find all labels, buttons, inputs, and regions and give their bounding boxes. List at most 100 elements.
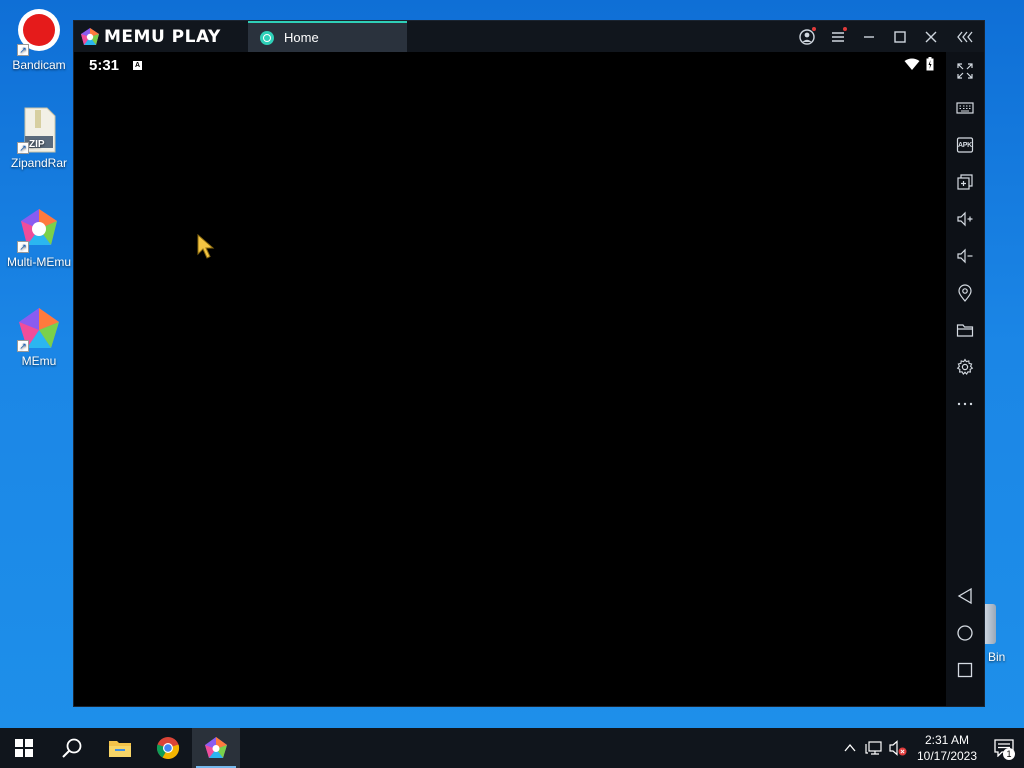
apk-label: APK xyxy=(958,141,972,149)
android-status-bar: 5:31 A xyxy=(74,52,946,78)
fullscreen-button[interactable] xyxy=(946,56,984,86)
system-tray: 2:31 AM 10/17/2023 1 xyxy=(838,728,1024,768)
user-icon xyxy=(798,28,815,45)
windows-taskbar: 2:31 AM 10/17/2023 1 xyxy=(0,728,1024,768)
more-dots-icon xyxy=(957,402,973,406)
recents-square-icon xyxy=(957,662,973,678)
tab-home[interactable]: Home xyxy=(248,21,407,52)
tab-label: Home xyxy=(284,30,319,45)
zip-file-icon: ZIP ↗ xyxy=(15,106,63,154)
shortcut-arrow-icon: ↗ xyxy=(17,142,29,154)
hamburger-menu-icon xyxy=(831,31,844,42)
collapse-sidebar-button[interactable] xyxy=(946,21,984,52)
back-triangle-icon xyxy=(957,587,972,605)
settings-button[interactable] xyxy=(946,352,984,382)
desktop-icon-zipandrar[interactable]: ZIP ↗ ZipandRar xyxy=(1,106,77,170)
desktop-icon-label: MEmu xyxy=(21,354,57,368)
recycle-bin-icon xyxy=(984,604,996,644)
android-home-button[interactable] xyxy=(946,618,984,648)
home-circle-icon xyxy=(957,625,973,641)
shortcut-arrow-icon: ↗ xyxy=(17,340,29,352)
desktop-icon-label: Bandicam xyxy=(12,58,66,72)
memu-window[interactable]: MEMU PLAY Home 5:31 A APK xyxy=(73,20,985,707)
network-button[interactable] xyxy=(862,728,886,768)
shortcut-arrow-icon: ↗ xyxy=(17,241,29,253)
desktop-icon-recycle-bin[interactable]: Bin xyxy=(984,604,1024,664)
android-back-button[interactable] xyxy=(946,581,984,611)
volume-down-icon xyxy=(957,248,973,264)
close-button[interactable] xyxy=(915,21,946,52)
folder-icon xyxy=(956,324,974,337)
keyboard-mapping-button[interactable] xyxy=(946,93,984,123)
multi-instance-button[interactable] xyxy=(946,167,984,197)
desktop-icon-bandicam[interactable]: ↗ Bandicam xyxy=(1,8,77,72)
notification-dot xyxy=(843,27,847,31)
more-button[interactable] xyxy=(946,389,984,419)
add-window-icon xyxy=(957,174,973,190)
desktop-icon-label: Bin xyxy=(988,650,1006,664)
notification-dot xyxy=(812,27,816,31)
location-pin-icon xyxy=(958,284,972,302)
battery-charging-icon xyxy=(926,57,934,71)
memu-icon xyxy=(205,737,227,758)
network-icon xyxy=(865,741,882,755)
taskbar-clock[interactable]: 2:31 AM 10/17/2023 xyxy=(914,732,980,764)
volume-up-icon xyxy=(957,211,973,227)
volume-down-button[interactable] xyxy=(946,241,984,271)
windows-logo-icon xyxy=(15,739,33,757)
chevron-up-icon xyxy=(844,744,856,752)
android-screen[interactable]: 5:31 A xyxy=(74,52,946,706)
start-button[interactable] xyxy=(0,728,48,768)
desktop-icon-multi-memu[interactable]: ↗ Multi-MEmu xyxy=(1,205,77,269)
multi-memu-icon: ↗ xyxy=(15,205,63,253)
android-time: 5:31 xyxy=(89,56,120,74)
desktop-icon-label: Multi-MEmu xyxy=(6,255,71,269)
shortcut-arrow-icon: ↗ xyxy=(17,44,29,56)
close-icon xyxy=(925,31,936,42)
taskbar-chrome[interactable] xyxy=(144,728,192,768)
install-apk-button[interactable]: APK xyxy=(946,130,984,160)
home-tab-icon xyxy=(260,30,274,45)
window-controls xyxy=(791,21,984,52)
minimize-icon xyxy=(863,35,874,38)
status-notification-icon: A xyxy=(133,60,143,70)
location-button[interactable] xyxy=(946,278,984,308)
memu-logo: MEMU PLAY xyxy=(74,21,248,52)
fullscreen-icon xyxy=(957,63,973,79)
shared-folder-button[interactable] xyxy=(946,315,984,345)
memu-icon: ↗ xyxy=(15,304,63,352)
clock-date: 10/17/2023 xyxy=(916,749,978,763)
memu-logo-icon xyxy=(81,27,99,45)
taskbar-memu[interactable] xyxy=(192,728,240,768)
desktop-icon-label: ZipandRar xyxy=(10,156,68,170)
maximize-button[interactable] xyxy=(884,21,915,52)
chrome-icon xyxy=(156,737,180,760)
action-center-button[interactable]: 1 xyxy=(984,728,1024,768)
keyboard-icon xyxy=(956,102,974,114)
minimize-button[interactable] xyxy=(853,21,884,52)
mouse-cursor-icon xyxy=(197,234,215,259)
chevrons-left-icon xyxy=(957,31,973,42)
side-toolbar: APK xyxy=(946,52,984,706)
zip-badge: ZIP xyxy=(29,139,45,150)
folder-icon xyxy=(109,741,131,757)
volume-up-button[interactable] xyxy=(946,204,984,234)
bandicam-icon: ↗ xyxy=(15,8,63,56)
account-button[interactable] xyxy=(791,21,822,52)
show-hidden-icons-button[interactable] xyxy=(838,728,862,768)
speaker-muted-icon xyxy=(889,740,907,756)
gear-icon xyxy=(956,358,974,376)
clock-time: 2:31 AM xyxy=(924,733,970,747)
menu-button[interactable] xyxy=(822,21,853,52)
title-bar[interactable]: MEMU PLAY Home xyxy=(74,21,984,52)
taskbar-file-explorer[interactable] xyxy=(96,728,144,768)
search-button[interactable] xyxy=(48,728,96,768)
search-icon xyxy=(62,738,82,758)
brand-name: MEMU PLAY xyxy=(104,26,221,47)
wifi-icon xyxy=(904,58,920,70)
status-icons xyxy=(904,57,934,71)
android-recents-button[interactable] xyxy=(946,655,984,685)
volume-button[interactable] xyxy=(886,728,910,768)
desktop-icon-memu[interactable]: ↗ MEmu xyxy=(1,304,77,368)
notification-count-badge: 1 xyxy=(1003,748,1015,760)
